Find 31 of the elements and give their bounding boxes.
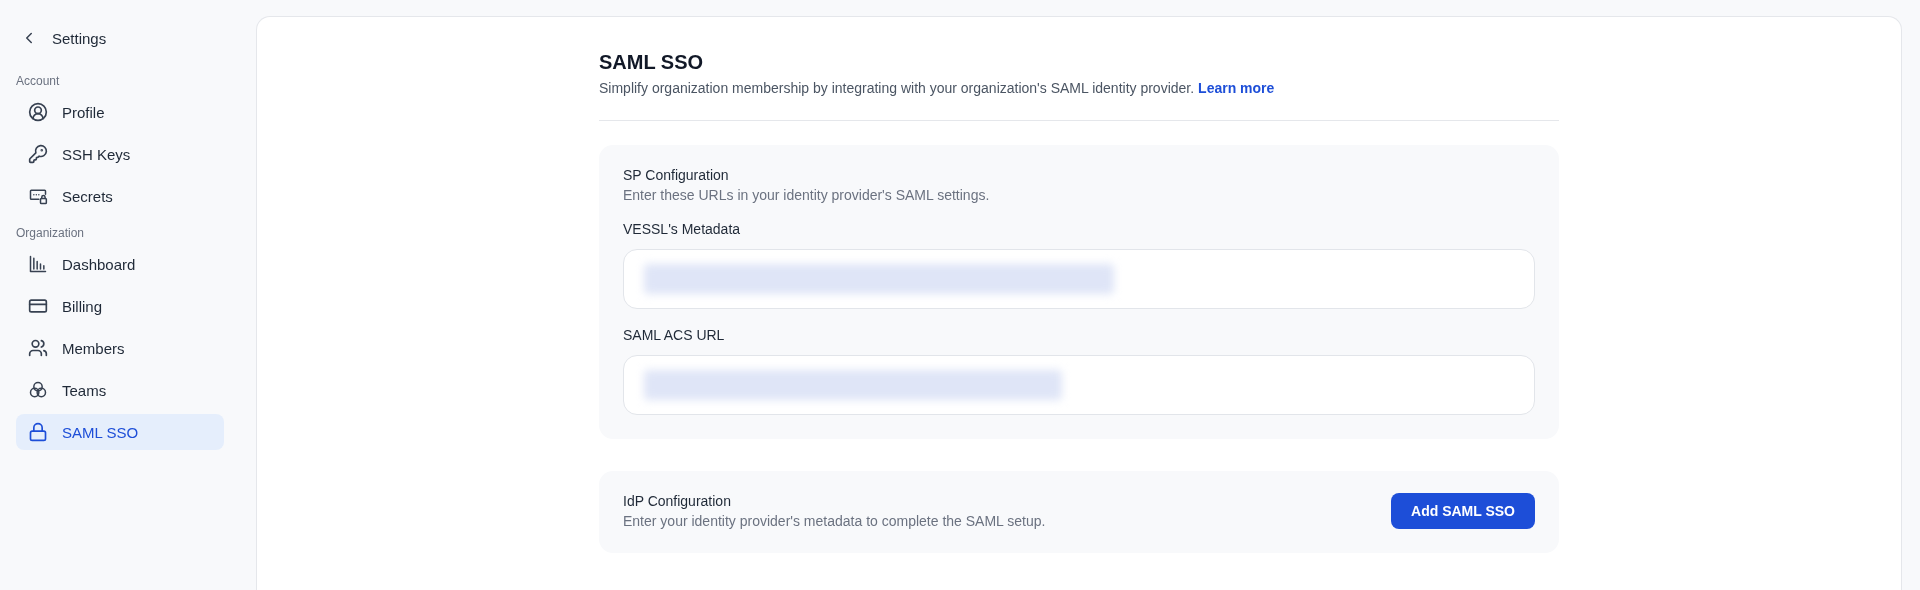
learn-more-link[interactable]: Learn more bbox=[1198, 80, 1275, 96]
lock-icon bbox=[28, 422, 48, 442]
sidebar-item[interactable]: Secrets bbox=[16, 178, 224, 214]
sidebar-item[interactable]: SAML SSO bbox=[16, 414, 224, 450]
card-title: IdP Configuration bbox=[623, 493, 732, 509]
sidebar-item[interactable]: Teams bbox=[16, 372, 224, 408]
card-title: SP Configuration bbox=[623, 167, 730, 183]
sidebar-item[interactable]: Members bbox=[16, 330, 224, 366]
sidebar-item[interactable]: Dashboard bbox=[16, 246, 224, 282]
bar-chart-icon bbox=[28, 254, 48, 274]
users-icon bbox=[28, 338, 48, 358]
url-field[interactable] bbox=[623, 249, 1535, 309]
section-title: Account bbox=[16, 73, 61, 90]
page-title: SAML SSO bbox=[599, 51, 705, 74]
add-saml-sso-button[interactable]: Add SAML SSO bbox=[1391, 493, 1535, 529]
section-title: Organization bbox=[16, 225, 86, 242]
card-icon bbox=[28, 296, 48, 316]
user-icon bbox=[28, 102, 48, 122]
settings-title: Settings bbox=[52, 29, 107, 47]
card-description: Enter these URLs in your identity provider's SAML settings. bbox=[623, 187, 991, 203]
url-field[interactable] bbox=[623, 355, 1535, 415]
sidebar-item[interactable]: Profile bbox=[16, 94, 224, 130]
sidebar-item[interactable]: SSH Keys bbox=[16, 136, 224, 172]
screen-lock-icon bbox=[28, 186, 48, 206]
field-label: SAML ACS URL bbox=[623, 327, 726, 343]
card-description: Enter your identity provider's metadata to complete the SAML setup. bbox=[623, 513, 1046, 529]
field-label: VESSL's Metadata bbox=[623, 221, 742, 237]
circles-icon bbox=[28, 380, 48, 400]
sidebar-item[interactable]: Billing bbox=[16, 288, 224, 324]
key-icon bbox=[28, 144, 48, 164]
page-description: Simplify organization membership by integrating with your organization's SAML identity provider. Learn more bbox=[599, 80, 1276, 96]
